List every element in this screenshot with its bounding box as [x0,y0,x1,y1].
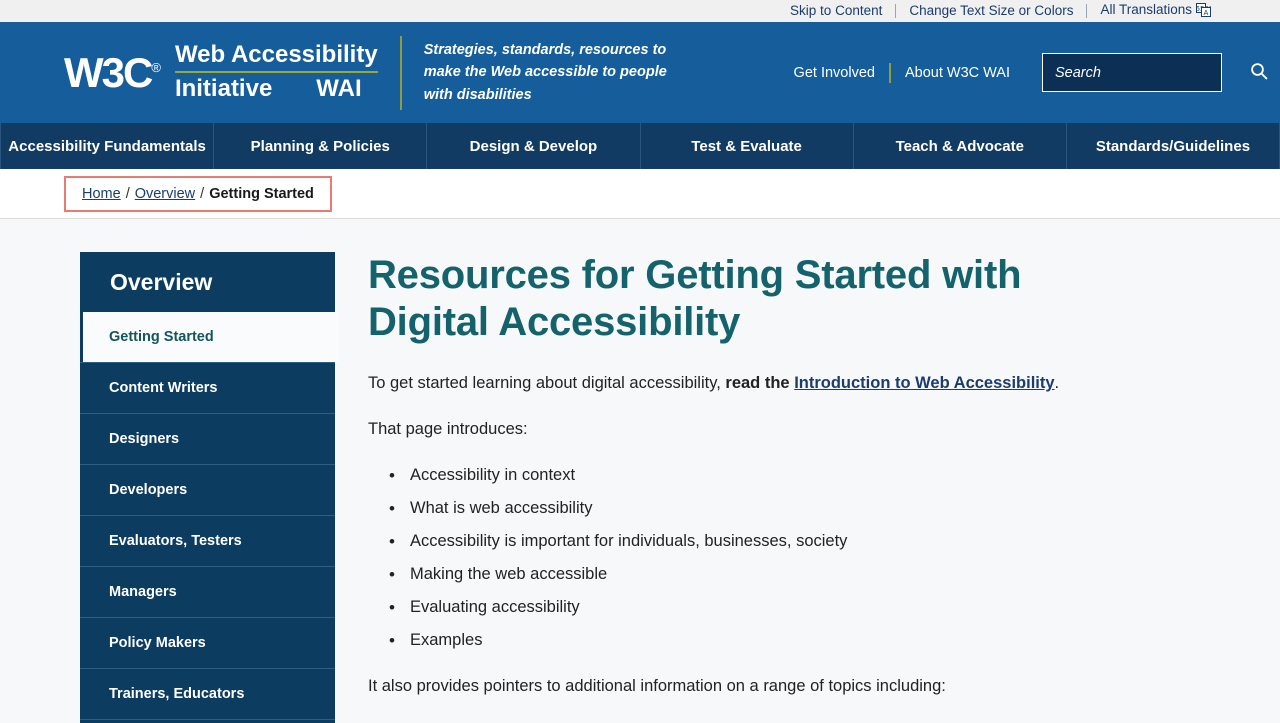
nav-item-test-evaluate[interactable]: Test & Evaluate [641,123,854,169]
nav-item-planning-policies[interactable]: Planning & Policies [214,123,428,169]
sidebar-item-web-users[interactable]: Web Users, People with Disabilities, Adv… [80,719,335,723]
breadcrumb-separator: / [200,185,205,202]
intro-paragraph: To get started learning about digital ac… [368,372,1130,396]
sidebar-item-getting-started[interactable]: Getting Started [83,312,339,362]
nav-item-design-develop[interactable]: Design & Develop [427,123,641,169]
site-masthead: W3C® Web Accessibility Initiative WAI St… [0,22,1280,123]
nav-item-accessibility-fundamentals[interactable]: Accessibility Fundamentals [0,123,215,169]
registered-mark-icon: ® [151,59,161,75]
main-content: Resources for Getting Started with Digit… [335,252,1280,723]
list2-heading: It also provides pointers to additional … [368,676,946,695]
all-translations-label: All Translations [1100,1,1192,17]
breadcrumb-current-page: Getting Started [209,185,314,202]
site-tagline: Strategies, standards, resources to make… [423,42,667,103]
intro-text-before: To get started learning about digital ac… [368,374,726,393]
svg-text:A: A [1204,10,1209,17]
list-item: Accessibility in context [389,464,1130,489]
wai-title: Web Accessibility Initiative WAI [174,41,378,103]
nav-item-teach-advocate[interactable]: Teach & Advocate [854,123,1067,169]
about-w3c-wai-link[interactable]: About W3C WAI [891,65,1024,81]
nav-item-standards-guidelines[interactable]: Standards/Guidelines [1067,123,1280,169]
sidebar-item-content-writers[interactable]: Content Writers [80,362,335,413]
change-text-size-or-colors-link[interactable]: Change Text Size or Colors [896,0,1086,22]
breadcrumb: Home / Overview / Getting Started [64,175,332,212]
breadcrumb-home-link[interactable]: Home [82,186,121,202]
masthead-divider [399,35,402,110]
breadcrumb-separator: / [125,185,130,202]
sidebar-navigation: Overview Getting Started Content Writers… [80,252,339,723]
w3c-wordmark: W3C® [64,48,161,96]
sidebar-item-managers[interactable]: Managers [80,566,335,617]
page-title: Resources for Getting Started with Digit… [368,253,1022,345]
w3c-wordmark-text: W3C [64,48,153,96]
wai-title-initiative: Initiative [174,75,273,102]
list-item: Examples [389,629,1130,654]
intro-text-after: . [1054,374,1060,393]
list-item: Making the web accessible [389,563,1130,588]
list-item: Accessibility is important for individua… [389,530,1130,555]
wai-title-line2: Initiative WAI [174,75,378,103]
search-submit-button[interactable] [1246,62,1272,83]
list-item: What is web accessibility [389,497,1130,522]
search-input[interactable] [1053,63,1246,82]
skip-to-content-link[interactable]: Skip to Content [777,0,895,22]
sidebar-item-developers[interactable]: Developers [80,464,335,515]
sidebar-item-trainers-educators[interactable]: Trainers, Educators [80,668,335,719]
utility-bar: Skip to Content Change Text Size or Colo… [0,0,1280,22]
sidebar-item-evaluators-testers[interactable]: Evaluators, Testers [80,515,335,566]
w3c-wai-logo-link[interactable]: W3C® Web Accessibility Initiative WAI [64,41,378,103]
wai-title-line1: Web Accessibility [174,41,378,73]
intro-bold-text: read the [725,374,795,393]
translate-icon: \u6587A [1189,2,1213,24]
topics-list-introduces: Accessibility in context What is web acc… [368,464,1130,653]
sidebar-title: Overview [110,269,213,295]
get-involved-link[interactable]: Get Involved [780,65,889,81]
wai-title-abbrev: WAI [316,75,362,102]
breadcrumb-overview-link[interactable]: Overview [135,186,195,202]
list-item: Evaluating accessibility [389,596,1130,621]
main-navigation: Accessibility Fundamentals Planning & Po… [0,123,1280,169]
sidebar-item-policy-makers[interactable]: Policy Makers [80,617,335,668]
introduction-to-web-accessibility-link[interactable]: Introduction to Web Accessibility [794,374,1054,392]
list1-heading: That page introduces: [368,420,528,439]
search-icon [1250,62,1268,83]
breadcrumb-bar: Home / Overview / Getting Started [0,169,1280,219]
search-box[interactable] [1042,53,1268,92]
masthead-actions: Get Involved About W3C WAI [780,53,1268,92]
all-translations-link[interactable]: All Translations\u6587A [1087,0,1224,24]
page-body: Overview Getting Started Content Writers… [0,219,1280,723]
sidebar-item-designers[interactable]: Designers [80,413,335,464]
